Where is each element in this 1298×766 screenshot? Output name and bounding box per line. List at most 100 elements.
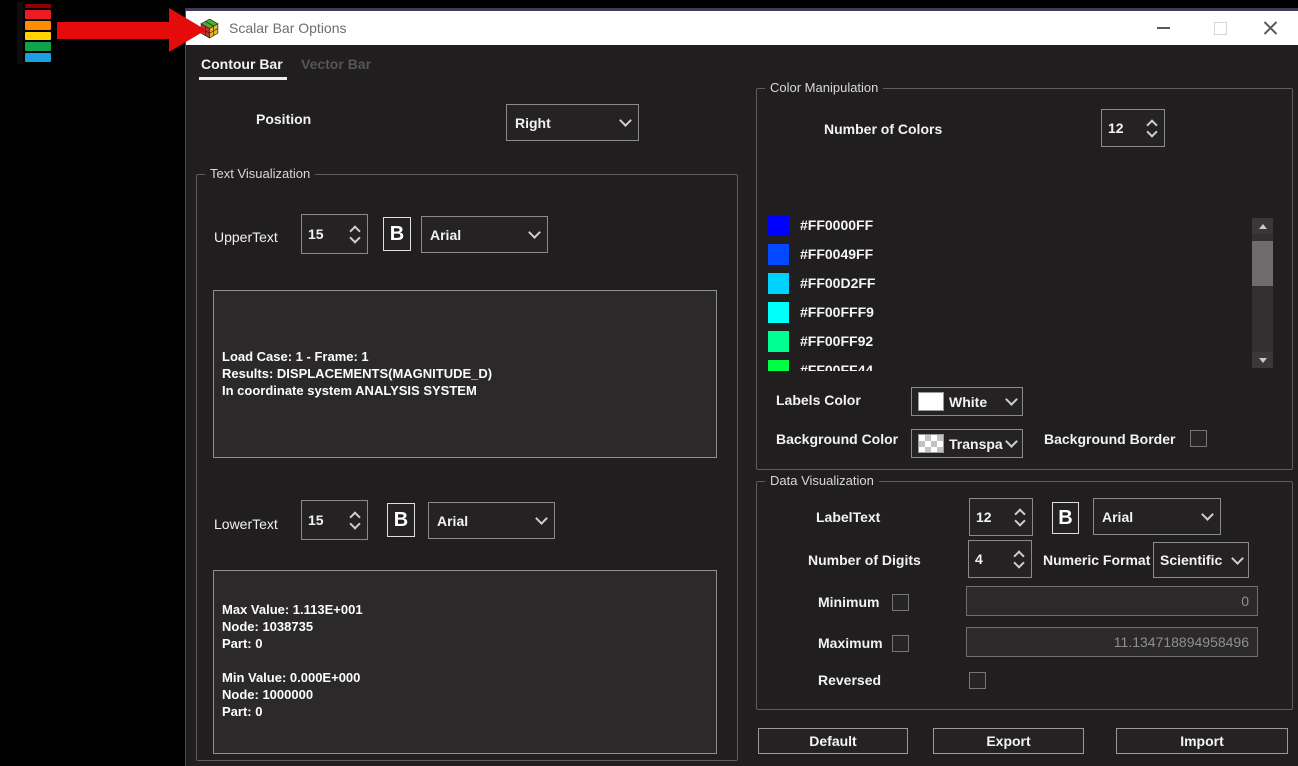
color-swatch (768, 331, 789, 352)
colorbar-segment (25, 4, 51, 8)
spinner-arrows[interactable] (1148, 121, 1158, 136)
close-button[interactable] (1250, 11, 1290, 45)
white-swatch (918, 392, 944, 411)
background-border-label: Background Border (1044, 431, 1175, 447)
colorbar-segment (25, 42, 51, 51)
maximum-checkbox[interactable] (892, 635, 909, 652)
minimum-label: Minimum (818, 594, 879, 610)
tab-contour-bar[interactable]: Contour Bar (201, 56, 283, 72)
number-of-colors-label: Number of Colors (824, 121, 942, 137)
scalar-bar-thumbnail (17, 2, 53, 64)
maximum-field[interactable]: 11.134718894958496 (966, 627, 1258, 657)
color-swatch (768, 360, 789, 372)
numeric-format-label: Numeric Format (1043, 552, 1150, 568)
colorbar-segment (25, 10, 51, 19)
spinner-arrows[interactable] (351, 513, 361, 528)
scroll-up-button[interactable] (1252, 218, 1273, 234)
maximum-label: Maximum (818, 635, 883, 651)
color-list-item[interactable]: #FF00FFF9 (768, 301, 1228, 323)
red-arrow-head (169, 8, 206, 52)
labeltext-size-spinner[interactable]: 12 (969, 498, 1033, 536)
window-title: Scalar Bar Options (229, 20, 347, 36)
color-hex-label: #FF00D2FF (800, 275, 875, 291)
default-button[interactable]: Default (758, 728, 908, 754)
numeric-format-dropdown[interactable]: Scientific (1153, 542, 1249, 578)
color-hex-label: #FF00FF92 (800, 333, 873, 349)
position-label: Position (256, 111, 311, 127)
background-color-dropdown[interactable]: Transpa (911, 429, 1023, 458)
background-color-value: Transpa (949, 436, 1007, 452)
colorbar-segment (25, 21, 51, 30)
colorbar-segment (25, 32, 51, 41)
minimize-button[interactable] (1143, 11, 1183, 45)
chevron-down-icon (1005, 435, 1018, 448)
lowertext-size-spinner[interactable]: 15 (301, 500, 368, 540)
chevron-down-icon (528, 226, 541, 239)
number-of-digits-spinner[interactable]: 4 (968, 540, 1032, 578)
lowertext-size-value: 15 (308, 512, 351, 528)
maximize-icon (1214, 22, 1227, 35)
labels-color-dropdown[interactable]: White (911, 387, 1023, 416)
red-arrow-annotation (57, 22, 171, 39)
uppertext-font-value: Arial (430, 227, 530, 243)
color-hex-label: #FF00FF44 (800, 362, 873, 371)
spinner-arrows[interactable] (1015, 552, 1025, 567)
lowertext-bold-button[interactable]: B (387, 503, 415, 537)
number-of-colors-value: 12 (1108, 120, 1148, 136)
color-list-item[interactable]: #FF0000FF (768, 214, 1228, 236)
maximize-button[interactable] (1200, 11, 1240, 45)
spinner-arrows[interactable] (1016, 510, 1026, 525)
labels-color-value: White (949, 394, 1007, 410)
labeltext-font-dropdown[interactable]: Arial (1093, 498, 1221, 535)
scroll-down-button[interactable] (1252, 352, 1273, 368)
group-title: Text Visualization (205, 166, 315, 181)
scroll-down-icon (1259, 358, 1267, 363)
number-of-colors-spinner[interactable]: 12 (1101, 109, 1165, 147)
reversed-label: Reversed (818, 672, 881, 688)
color-list-item[interactable]: #FF0049FF (768, 243, 1228, 265)
scrollbar-thumb[interactable] (1252, 241, 1273, 286)
export-button[interactable]: Export (933, 728, 1084, 754)
labeltext-label: LabelText (816, 509, 880, 525)
lowertext-font-dropdown[interactable]: Arial (428, 502, 555, 539)
color-list-scrollbar[interactable] (1252, 218, 1273, 368)
color-list-item[interactable]: #FF00D2FF (768, 272, 1228, 294)
chevron-down-icon (1201, 508, 1214, 521)
minimize-icon (1157, 27, 1170, 29)
group-title: Data Visualization (765, 473, 879, 488)
color-list-item[interactable]: #FF00FF92 (768, 330, 1228, 352)
active-tab-underline (199, 77, 287, 80)
labeltext-bold-button[interactable]: B (1052, 502, 1079, 534)
position-dropdown[interactable]: Right (506, 104, 639, 141)
color-list[interactable]: #FF0000FF #FF0049FF #FF00D2FF #FF00FFF9 … (768, 214, 1228, 371)
uppertext-bold-button[interactable]: B (383, 217, 411, 251)
chevron-down-icon (535, 512, 548, 525)
minimum-checkbox[interactable] (892, 594, 909, 611)
lowertext-font-value: Arial (437, 513, 537, 529)
transparent-swatch (918, 434, 944, 453)
spinner-arrows[interactable] (351, 227, 361, 242)
minimum-field[interactable]: 0 (966, 586, 1258, 616)
lowertext-textarea[interactable]: Max Value: 1.113E+001 Node: 1038735 Part… (213, 570, 717, 754)
uppertext-textarea[interactable]: Load Case: 1 - Frame: 1 Results: DISPLAC… (213, 290, 717, 458)
numeric-format-value: Scientific (1160, 552, 1233, 568)
uppertext-size-spinner[interactable]: 15 (301, 214, 368, 254)
background-border-checkbox[interactable] (1190, 430, 1207, 447)
uppertext-size-value: 15 (308, 226, 351, 242)
color-list-item[interactable]: #FF00FF44 (768, 359, 1228, 371)
close-icon (1263, 21, 1278, 36)
background-color-label: Background Color (776, 431, 898, 447)
scalar-bar-options-dialog: Scalar Bar Options Contour Bar Vector Ba… (185, 8, 1298, 766)
uppertext-label: UpperText (214, 229, 278, 245)
colorbar-segment (25, 53, 51, 62)
import-button[interactable]: Import (1116, 728, 1288, 754)
reversed-checkbox[interactable] (969, 672, 986, 689)
chevron-down-icon (1231, 552, 1244, 565)
tab-vector-bar[interactable]: Vector Bar (301, 56, 371, 72)
screenshot-canvas: Scalar Bar Options Contour Bar Vector Ba… (0, 0, 1298, 766)
uppertext-font-dropdown[interactable]: Arial (421, 216, 548, 253)
color-swatch (768, 302, 789, 323)
color-swatch (768, 215, 789, 236)
labels-color-label: Labels Color (776, 392, 861, 408)
color-swatch (768, 273, 789, 294)
